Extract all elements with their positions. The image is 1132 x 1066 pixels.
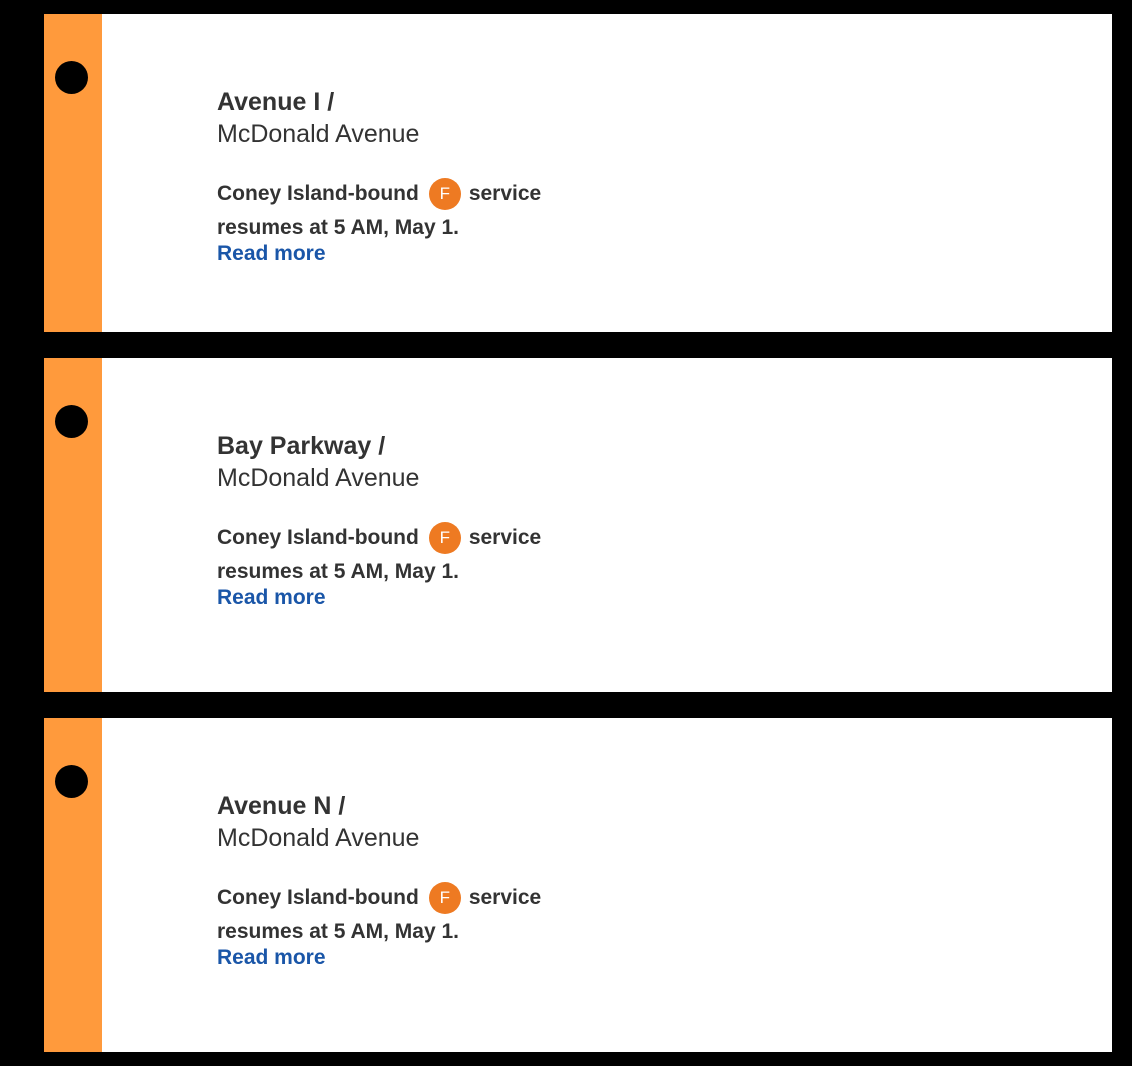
station-dot-icon [55,405,88,438]
alert-text-line2: resumes at 5 AM, May 1. [217,216,459,239]
station-cross-street: McDonald Avenue [217,120,420,148]
station-cross-street: McDonald Avenue [217,464,420,492]
station-card-avenue-n: Avenue N / McDonald Avenue Coney Island-… [44,718,1112,1052]
read-more-link[interactable]: Read more [217,945,326,971]
service-alert: Coney Island-bound F service resumes at … [217,177,577,245]
f-train-icon: F [428,178,461,210]
read-more-link[interactable]: Read more [217,241,326,267]
station-card-avenue-i: Avenue I / McDonald Avenue Coney Island-… [44,14,1112,332]
alert-text-before: Coney Island-bound [217,526,419,549]
line-strip [44,358,102,692]
alert-text-line2: resumes at 5 AM, May 1. [217,560,459,583]
station-info: Avenue N / McDonald Avenue Coney Island-… [217,790,577,971]
alert-text-before: Coney Island-bound [217,886,419,909]
station-name: Avenue N / [217,792,346,820]
alert-text-before: Coney Island-bound [217,182,419,205]
station-info: Bay Parkway / McDonald Avenue Coney Isla… [217,430,577,611]
station-cross-street: McDonald Avenue [217,824,420,852]
station-name: Avenue I / [217,88,335,116]
alert-text-line2: resumes at 5 AM, May 1. [217,920,459,943]
station-name: Bay Parkway / [217,432,386,460]
service-alert: Coney Island-bound F service resumes at … [217,521,577,589]
read-more-link[interactable]: Read more [217,585,326,611]
f-train-icon: F [428,522,461,554]
line-strip [44,14,102,332]
alert-text-after: service [468,182,542,205]
station-info: Avenue I / McDonald Avenue Coney Island-… [217,86,577,267]
f-train-icon: F [428,882,461,914]
alert-text-after: service [468,886,542,909]
station-dot-icon [55,61,88,94]
station-dot-icon [55,765,88,798]
service-alert: Coney Island-bound F service resumes at … [217,881,577,949]
line-strip [44,718,102,1052]
station-card-bay-parkway: Bay Parkway / McDonald Avenue Coney Isla… [44,358,1112,692]
alert-text-after: service [468,526,542,549]
